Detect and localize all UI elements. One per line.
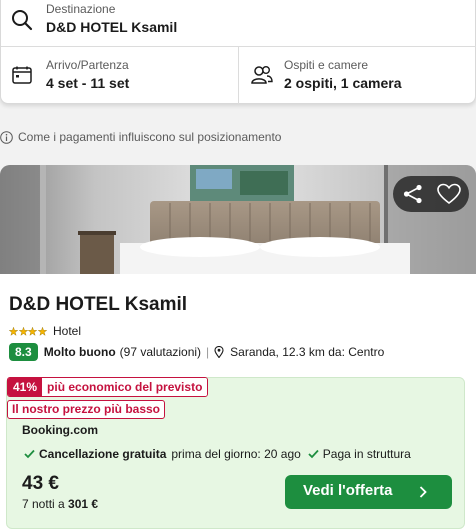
guests-icon bbox=[251, 66, 273, 84]
photo-action-bar bbox=[393, 176, 469, 212]
best-price-tag: Il nostro prezzo più basso bbox=[7, 400, 166, 419]
discount-tag: 41% più economico del previsto bbox=[7, 377, 209, 397]
hotel-category: Hotel bbox=[9, 324, 81, 338]
deal-features: Cancellazione gratuita prima del giorno:… bbox=[24, 447, 411, 461]
heart-icon[interactable] bbox=[437, 183, 461, 205]
dates-field[interactable]: Arrivo/Partenza 4 set - 11 set bbox=[1, 47, 239, 104]
nights-prefix: 7 notti a bbox=[22, 497, 65, 511]
total-price-line: 7 notti a 301 € bbox=[22, 497, 98, 511]
hotel-name[interactable]: D&D HOTEL Ksamil bbox=[9, 294, 187, 316]
provider-name: Booking.com bbox=[22, 423, 99, 437]
rating-word: Molto buono bbox=[43, 345, 116, 359]
destination-value: D&D HOTEL Ksamil bbox=[46, 19, 178, 35]
payment-ranking-info-link[interactable]: Come i pagamenti influiscono sul posizio… bbox=[0, 128, 281, 146]
checkmark-icon bbox=[24, 449, 35, 459]
info-icon bbox=[0, 130, 13, 144]
star-icon bbox=[37, 326, 47, 336]
checkmark-icon bbox=[308, 449, 319, 459]
view-deal-label: Vedi l'offerta bbox=[303, 482, 393, 499]
star-icon bbox=[9, 326, 18, 336]
hotel-result-card[interactable]: D&D HOTEL Ksamil Hotel 8.3 Molto buono (… bbox=[0, 165, 476, 532]
total-price: 301 € bbox=[68, 497, 99, 511]
star-icon bbox=[28, 326, 37, 336]
search-panel: Destinazione D&D HOTEL Ksamil Arrivo/Par… bbox=[0, 0, 476, 104]
separator: | bbox=[206, 345, 210, 359]
location-pin-icon bbox=[214, 346, 224, 358]
rating-score-badge: 8.3 bbox=[9, 343, 38, 361]
star-icon bbox=[18, 326, 28, 336]
star-rating bbox=[9, 326, 47, 336]
share-icon[interactable] bbox=[402, 184, 424, 204]
calendar-icon bbox=[12, 66, 32, 84]
guests-field[interactable]: Ospiti e camere 2 ospiti, 1 camera bbox=[239, 47, 476, 104]
search-icon bbox=[12, 10, 33, 31]
hotel-type: Hotel bbox=[53, 324, 82, 338]
rating-count: (97 valutazioni) bbox=[119, 345, 202, 359]
destination-field[interactable]: Destinazione D&D HOTEL Ksamil bbox=[1, 0, 476, 47]
dates-value: 4 set - 11 set bbox=[46, 75, 130, 91]
guests-label: Ospiti e camere bbox=[284, 58, 369, 72]
hotel-location: Saranda, 12.3 km da: Centro bbox=[230, 345, 385, 359]
discount-text: più economico del previsto bbox=[42, 378, 208, 396]
free-cancellation: Cancellazione gratuita bbox=[39, 447, 167, 461]
view-deal-button[interactable]: Vedi l'offerta bbox=[285, 475, 452, 509]
destination-label: Destinazione bbox=[46, 2, 116, 16]
nightly-price: 43 € bbox=[22, 473, 59, 494]
rating-location-row: 8.3 Molto buono (97 valutazioni) | Saran… bbox=[9, 343, 384, 361]
chevron-right-icon bbox=[419, 486, 427, 498]
guests-value: 2 ospiti, 1 camera bbox=[284, 75, 402, 91]
dates-label: Arrivo/Partenza bbox=[46, 58, 129, 72]
pay-at-property: Paga in struttura bbox=[322, 447, 411, 461]
payment-info-text: Come i pagamenti influiscono sul posizio… bbox=[18, 130, 282, 144]
free-cancellation-detail: prima del giorno: 20 ago bbox=[171, 447, 301, 461]
discount-percent: 41% bbox=[8, 378, 43, 396]
deal-box[interactable]: 41% più economico del previsto Il nostro… bbox=[6, 377, 465, 529]
